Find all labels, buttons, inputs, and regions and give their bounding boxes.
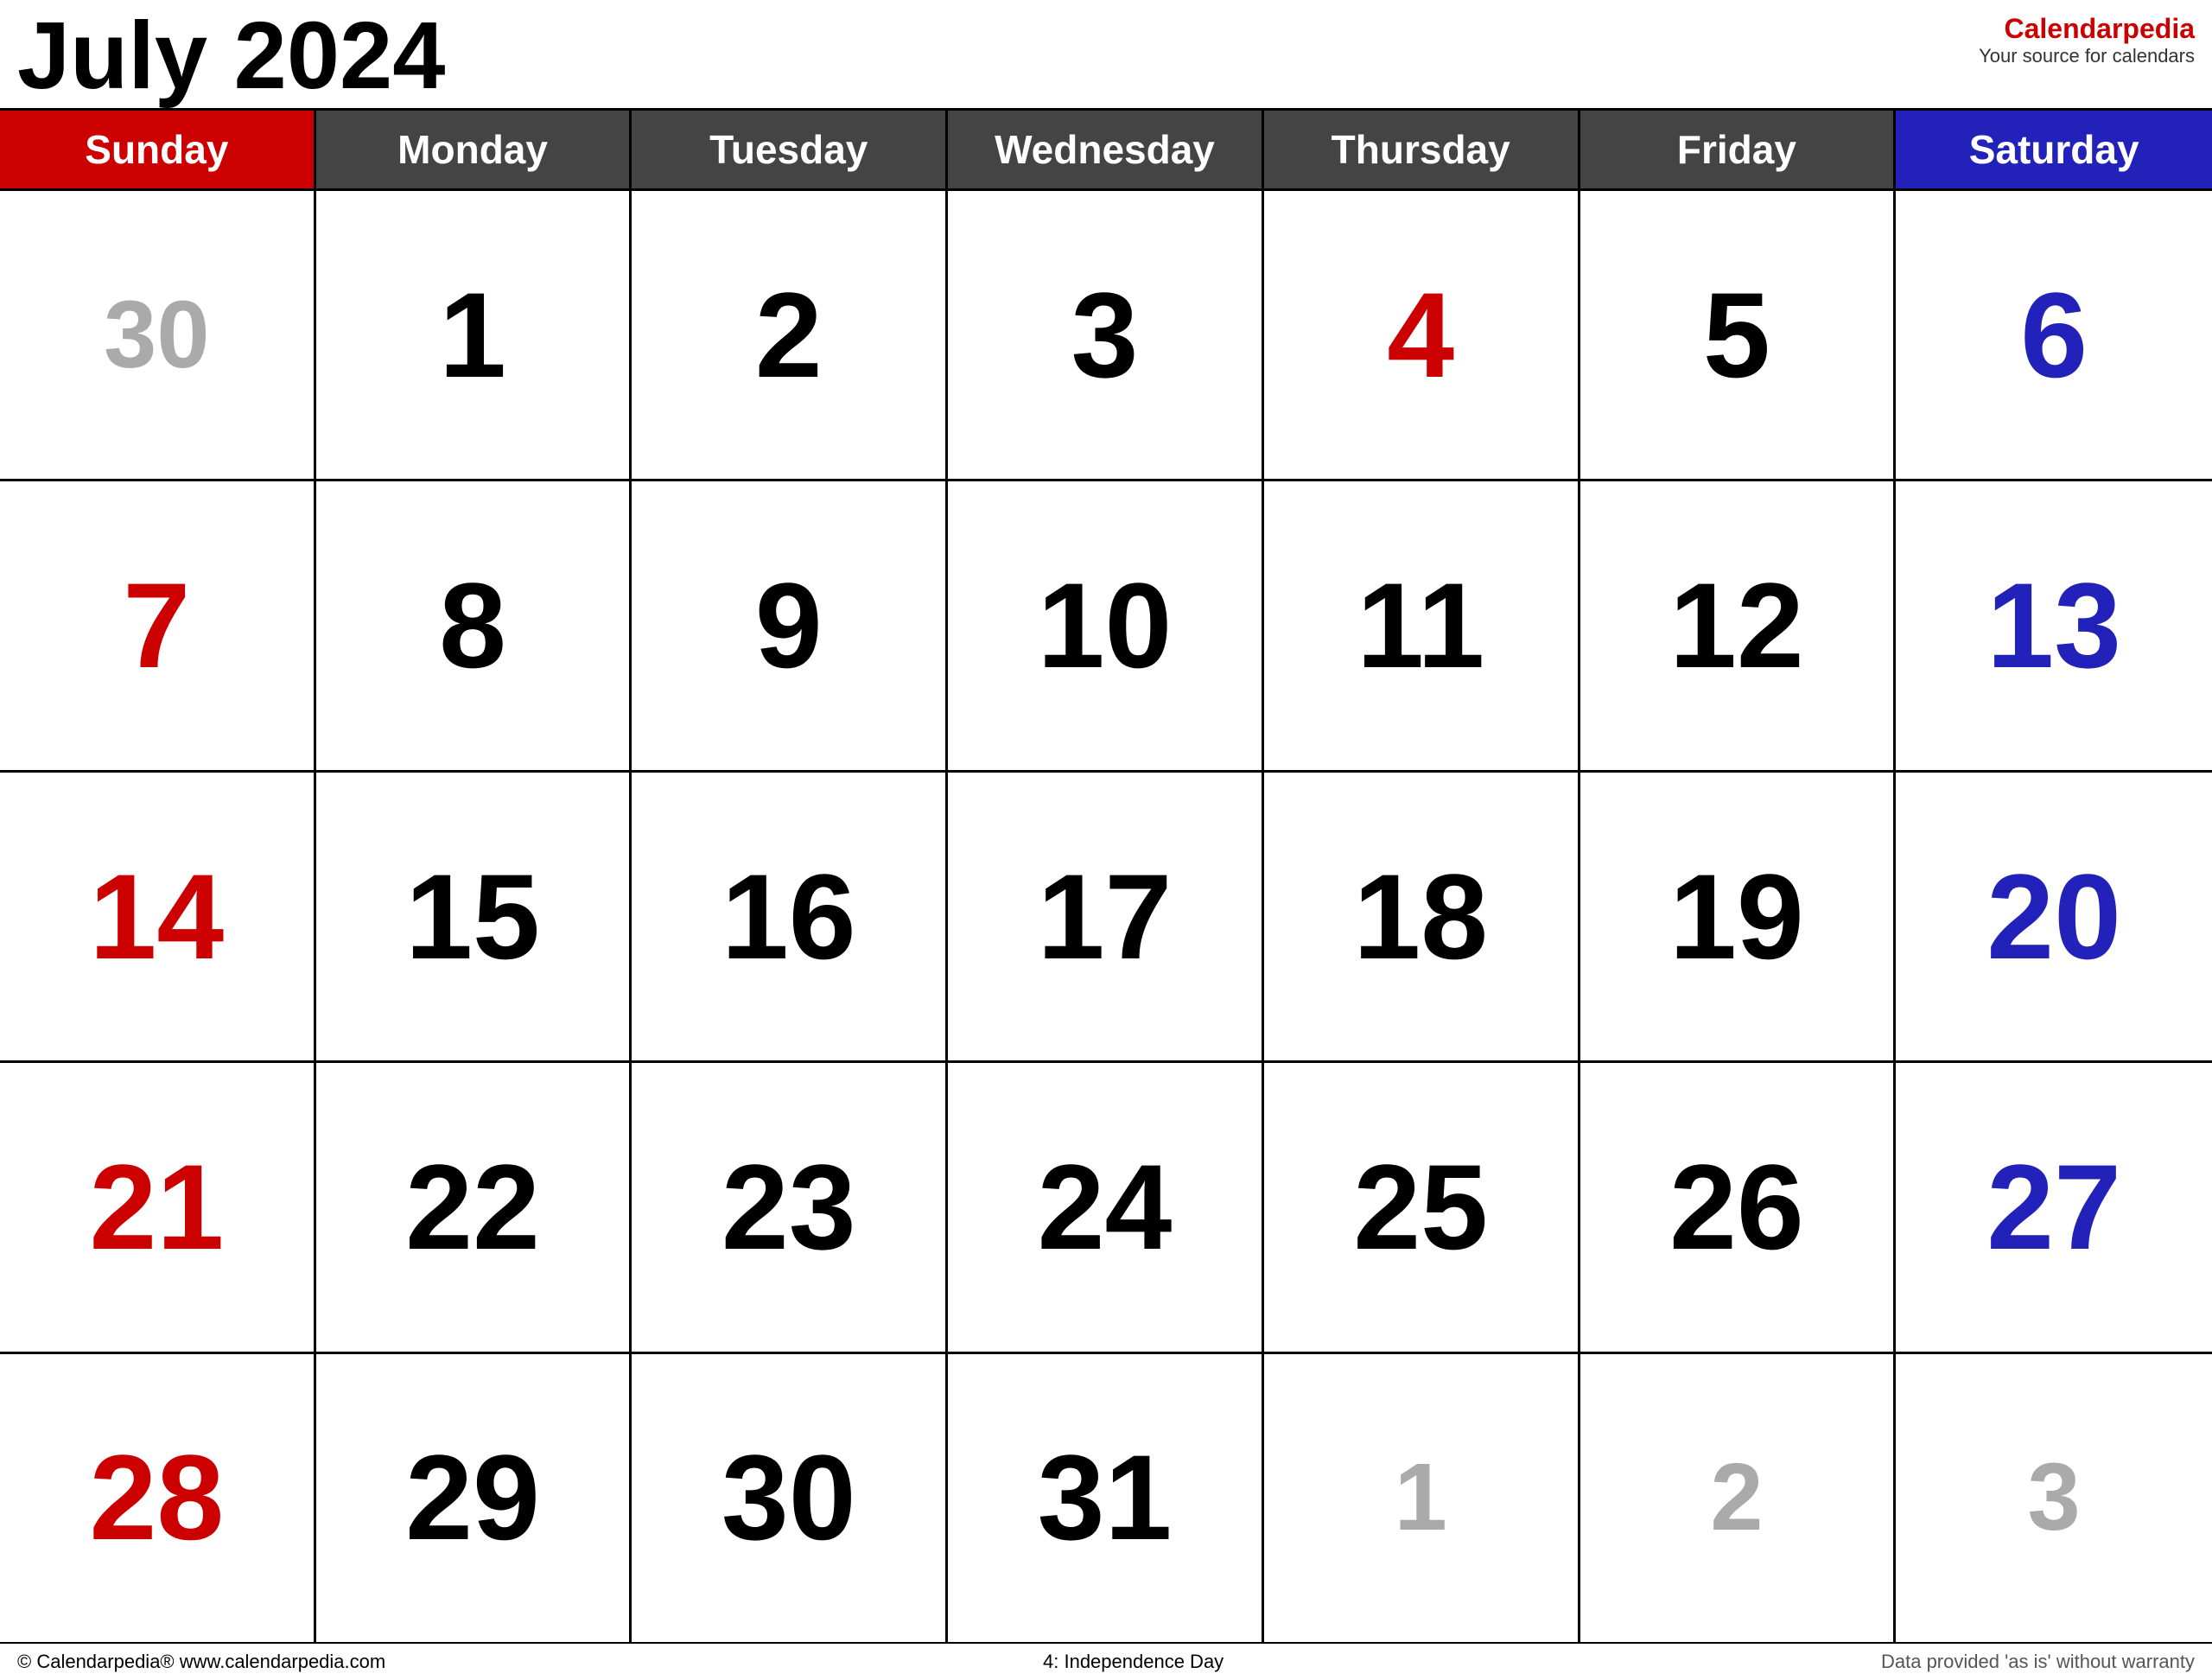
cell-jul1: 1 <box>316 191 632 479</box>
header-thursday: Thursday <box>1264 111 1580 188</box>
cell-jul16: 16 <box>632 773 948 1060</box>
cell-jul6: 6 <box>1896 191 2212 479</box>
calendar-container: Sunday Monday Tuesday Wednesday Thursday… <box>0 108 2212 1642</box>
day-number: 6 <box>2020 275 2088 396</box>
cell-jul9: 9 <box>632 481 948 769</box>
cell-jul29: 29 <box>316 1354 632 1642</box>
day-number: 2 <box>1710 1450 1763 1545</box>
day-number: 3 <box>1071 275 1139 396</box>
calendar-row-2: 7 8 9 10 11 12 13 <box>0 481 2212 772</box>
day-number: 26 <box>1669 1147 1804 1268</box>
day-number: 17 <box>1038 856 1173 977</box>
calendar-row-1: 30 1 2 3 4 5 6 <box>0 191 2212 481</box>
cell-jul22: 22 <box>316 1063 632 1351</box>
month-title: July 2024 <box>17 9 445 104</box>
day-number: 8 <box>439 565 506 686</box>
brand-name-accent: pedia <box>2122 13 2195 44</box>
day-number: 15 <box>405 856 540 977</box>
cell-jul12: 12 <box>1580 481 1897 769</box>
day-headers: Sunday Monday Tuesday Wednesday Thursday… <box>0 111 2212 191</box>
cell-jul18: 18 <box>1264 773 1580 1060</box>
day-number: 11 <box>1357 565 1484 686</box>
cell-jul10: 10 <box>948 481 1264 769</box>
cell-jul7: 7 <box>0 481 316 769</box>
header-monday: Monday <box>316 111 632 188</box>
day-number: 5 <box>1703 275 1770 396</box>
day-number: 7 <box>123 565 190 686</box>
cell-jul17: 17 <box>948 773 1264 1060</box>
day-number: 12 <box>1669 565 1804 686</box>
day-number: 23 <box>721 1147 856 1268</box>
header-wednesday: Wednesday <box>948 111 1264 188</box>
day-number: 19 <box>1669 856 1804 977</box>
cell-jul28: 28 <box>0 1354 316 1642</box>
cell-jul26: 26 <box>1580 1063 1897 1351</box>
day-number: 27 <box>1986 1147 2121 1268</box>
cell-jul30: 30 <box>632 1354 948 1642</box>
day-number: 2 <box>755 275 823 396</box>
brand-logo: Calendarpedia Your source for calendars <box>1979 9 2195 67</box>
day-number: 31 <box>1038 1437 1173 1558</box>
day-number: 14 <box>89 856 224 977</box>
cell-jun30: 30 <box>0 191 316 479</box>
cell-jul2: 2 <box>632 191 948 479</box>
header: July 2024 Calendarpedia Your source for … <box>0 0 2212 108</box>
day-number: 13 <box>1986 565 2121 686</box>
cell-jul20: 20 <box>1896 773 2212 1060</box>
day-number: 29 <box>405 1437 540 1558</box>
day-number: 4 <box>1387 275 1454 396</box>
footer-right: Data provided 'as is' without warranty <box>1881 1651 2195 1673</box>
cell-jul23: 23 <box>632 1063 948 1351</box>
cell-jul25: 25 <box>1264 1063 1580 1351</box>
calendar-grid: 30 1 2 3 4 5 6 <box>0 191 2212 1642</box>
day-number: 1 <box>439 275 506 396</box>
cell-jul3: 3 <box>948 191 1264 479</box>
cell-jul15: 15 <box>316 773 632 1060</box>
cell-jul13: 13 <box>1896 481 2212 769</box>
brand-tagline: Your source for calendars <box>1979 45 2195 67</box>
footer-left: © Calendarpedia® www.calendarpedia.com <box>17 1651 385 1673</box>
cell-jul11: 11 <box>1264 481 1580 769</box>
cell-jul21: 21 <box>0 1063 316 1351</box>
day-number: 10 <box>1038 565 1173 686</box>
cell-aug1: 1 <box>1264 1354 1580 1642</box>
day-number: 28 <box>89 1437 224 1558</box>
day-number: 30 <box>104 288 209 383</box>
day-number: 22 <box>405 1147 540 1268</box>
cell-jul24: 24 <box>948 1063 1264 1351</box>
cell-aug3: 3 <box>1896 1354 2212 1642</box>
cell-jul19: 19 <box>1580 773 1897 1060</box>
day-number: 1 <box>1395 1450 1447 1545</box>
brand-name: Calendarpedia <box>1979 13 2195 45</box>
header-friday: Friday <box>1580 111 1897 188</box>
cell-jul14: 14 <box>0 773 316 1060</box>
day-number: 9 <box>755 565 823 686</box>
calendar-row-3: 14 15 16 17 18 19 20 <box>0 773 2212 1063</box>
cell-jul27: 27 <box>1896 1063 2212 1351</box>
day-number: 20 <box>1986 856 2121 977</box>
calendar-page: July 2024 Calendarpedia Your source for … <box>0 0 2212 1680</box>
cell-jul5: 5 <box>1580 191 1897 479</box>
calendar-row-4: 21 22 23 24 25 26 27 <box>0 1063 2212 1353</box>
header-saturday: Saturday <box>1896 111 2212 188</box>
day-number: 18 <box>1353 856 1488 977</box>
header-sunday: Sunday <box>0 111 316 188</box>
day-number: 25 <box>1353 1147 1488 1268</box>
brand-name-part1: Calendar <box>2004 13 2122 44</box>
day-number: 30 <box>721 1437 856 1558</box>
day-number: 24 <box>1038 1147 1173 1268</box>
cell-aug2: 2 <box>1580 1354 1897 1642</box>
footer: © Calendarpedia® www.calendarpedia.com 4… <box>0 1642 2212 1680</box>
day-number: 16 <box>721 856 856 977</box>
calendar-row-5: 28 29 30 31 1 2 3 <box>0 1354 2212 1642</box>
footer-center: 4: Independence Day <box>1043 1651 1224 1673</box>
cell-jul8: 8 <box>316 481 632 769</box>
day-number: 3 <box>2028 1450 2081 1545</box>
cell-jul4: 4 <box>1264 191 1580 479</box>
day-number: 21 <box>89 1147 224 1268</box>
cell-jul31: 31 <box>948 1354 1264 1642</box>
header-tuesday: Tuesday <box>632 111 948 188</box>
